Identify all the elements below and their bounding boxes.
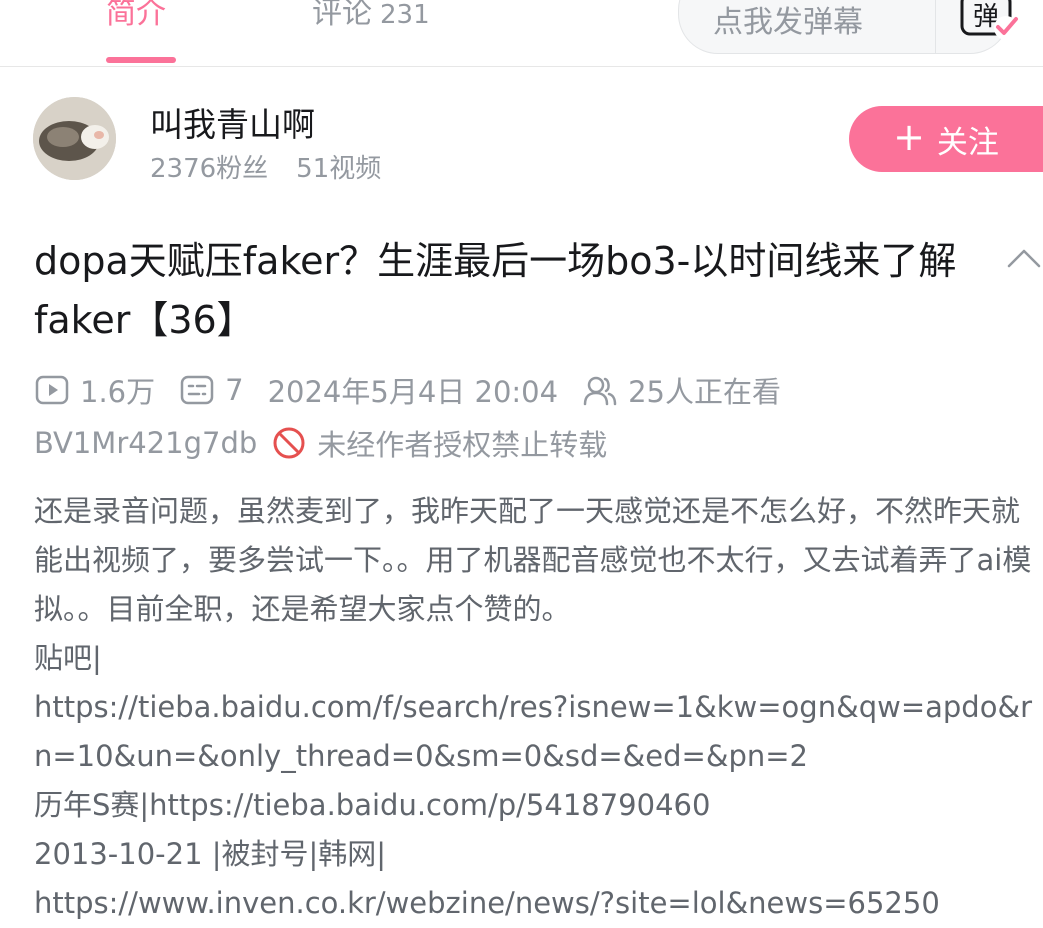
video-meta-row: 1.6万 7 2024年5月4日 20:04 25人正在看 xyxy=(34,368,781,412)
follow-label: 关注 xyxy=(936,124,999,161)
uploader-fans: 2376粉丝 xyxy=(150,154,269,184)
danmaku-input-placeholder: 点我发弹幕 xyxy=(713,5,863,40)
chevron-up-icon[interactable] xyxy=(1005,244,1043,272)
no-repost-icon xyxy=(273,427,305,459)
video-description: 还是录音问题，虽然麦到了，我昨天配了一天感觉还是不怎么好，不然昨天就能出视频了，… xyxy=(34,494,1032,920)
comments-count: 231 xyxy=(380,0,430,30)
bvid[interactable]: BV1Mr421g7db xyxy=(34,426,257,460)
danmaku-divider xyxy=(935,0,936,53)
publish-time: 2024年5月4日 20:04 xyxy=(267,375,559,409)
danmaku-toggle-icon[interactable]: 弹 xyxy=(958,0,1022,44)
play-count-icon xyxy=(35,375,69,405)
tab-bar: 简介 评论 231 点我发弹幕 弹 xyxy=(0,0,1043,67)
avatar[interactable] xyxy=(33,97,116,180)
watching-people-icon xyxy=(583,376,617,406)
danmaku-count-icon xyxy=(180,375,214,405)
follow-button[interactable]: + 关注 xyxy=(849,106,1043,172)
avatar-image xyxy=(33,97,116,180)
plus-icon: + xyxy=(893,115,925,159)
view-count: 1.6万 xyxy=(80,375,156,409)
active-tab-indicator xyxy=(106,57,176,63)
uploader-videos: 51视频 xyxy=(296,154,382,184)
uploader-name[interactable]: 叫我青山啊 xyxy=(150,98,315,146)
tab-comments-label: 评论 xyxy=(312,0,372,31)
watching-count: 25人正在看 xyxy=(628,375,781,409)
uploader-stats: 2376粉丝 51视频 xyxy=(150,148,409,185)
tab-comments[interactable]: 评论 231 xyxy=(312,0,430,32)
tab-intro[interactable]: 简介 xyxy=(106,0,166,32)
bvid-row: BV1Mr421g7db 未经作者授权禁止转载 xyxy=(34,421,607,465)
video-title: dopa天赋压faker？生涯最后一场bo3-以时间线来了解faker【36】 xyxy=(34,239,957,342)
danmaku-count: 7 xyxy=(225,373,244,407)
copyright-notice: 未经作者授权禁止转载 xyxy=(317,428,608,462)
